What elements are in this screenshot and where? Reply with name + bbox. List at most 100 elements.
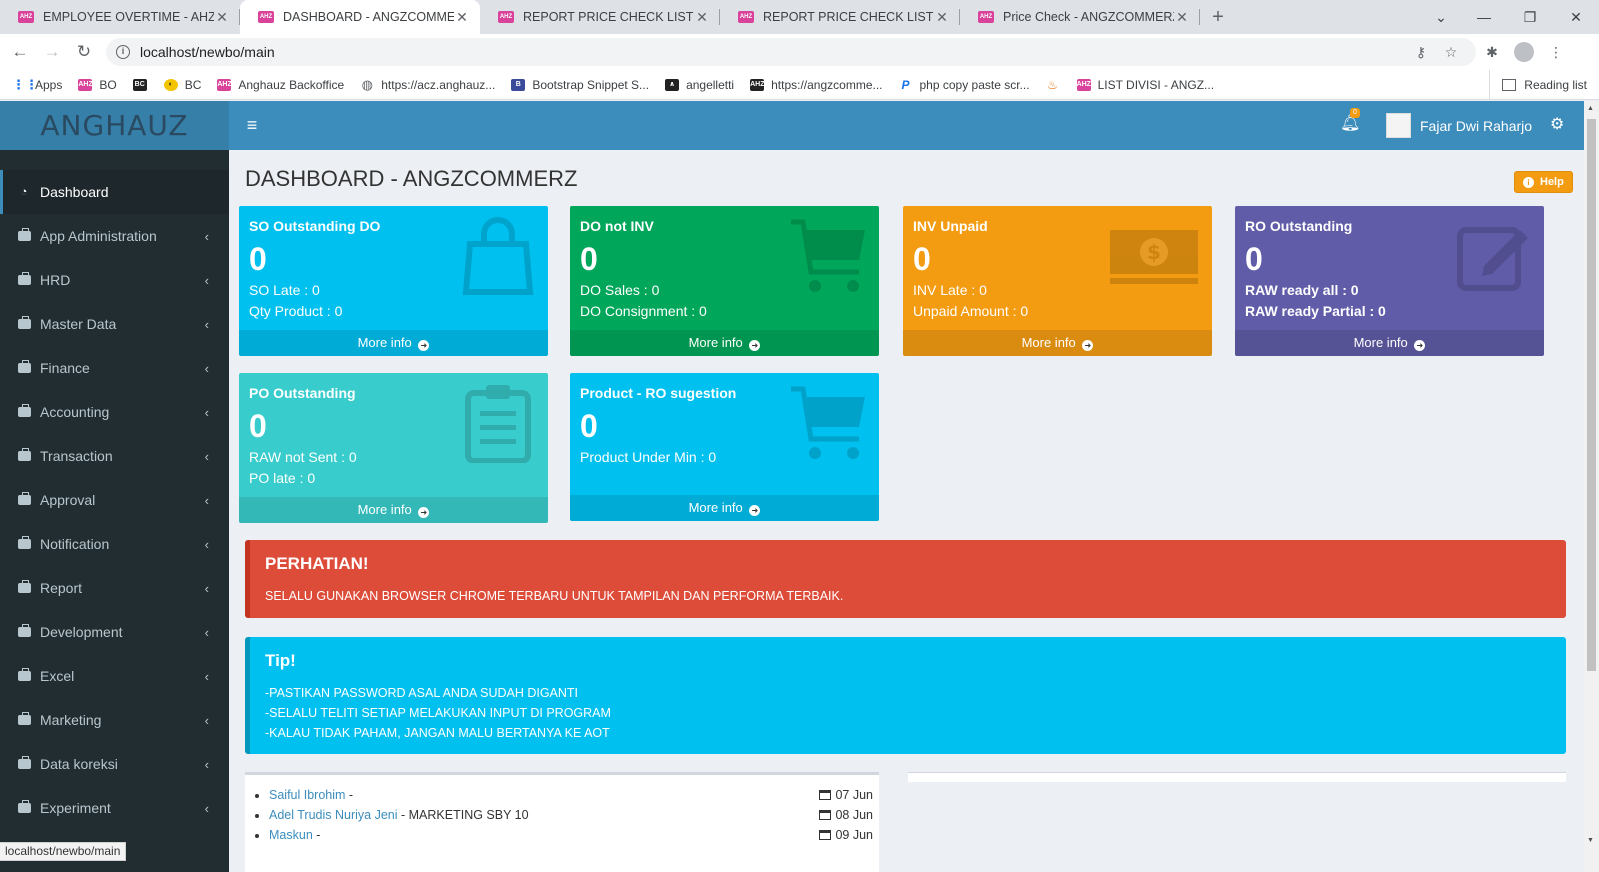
tab-title: EMPLOYEE OVERTIME - AHZ BO xyxy=(43,10,214,24)
bookmark-star-icon[interactable]: ☆ xyxy=(1436,44,1466,61)
employee-link[interactable]: Adel Trudis Nuriya Jeni xyxy=(269,808,398,822)
more-info-link[interactable]: More info ➜ xyxy=(570,330,879,356)
close-window-icon[interactable]: ✕ xyxy=(1553,9,1599,26)
forward-icon[interactable]: → xyxy=(36,42,68,62)
briefcase-icon xyxy=(17,756,31,769)
list-item: Adel Trudis Nuriya Jeni - MARKETING SBY … xyxy=(269,805,873,825)
bookmark-anghauz-backoffice[interactable]: AHZ Anghauz Backoffice xyxy=(217,78,344,92)
small-box-po-outstanding: PO Outstanding 0 RAW not Sent : 0 PO lat… xyxy=(239,373,548,523)
box-value: 0 xyxy=(580,408,598,444)
scroll-down-icon[interactable]: ▼ xyxy=(1587,837,1594,844)
scrollbar-thumb[interactable] xyxy=(1587,119,1596,671)
bookmark-angelletti[interactable]: ∧ angelletti xyxy=(665,78,734,92)
browser-tab-active[interactable]: AHZ DASHBOARD - ANGZCOMMERZ ✕ xyxy=(240,0,480,34)
briefcase-icon xyxy=(17,228,31,241)
key-icon[interactable]: ⚷ xyxy=(1406,44,1436,61)
bc-yellow-icon: ◐ xyxy=(163,78,178,91)
employee-link[interactable]: Maskun xyxy=(269,828,313,842)
clipboard-icon xyxy=(465,385,531,463)
box-title: PO Outstanding xyxy=(249,385,356,401)
reading-list-button[interactable]: Reading list xyxy=(1489,70,1587,100)
logo[interactable]: ANGHAUZ xyxy=(0,101,229,150)
back-icon[interactable]: ← xyxy=(4,42,36,62)
bookmark-bootstrap[interactable]: B Bootstrap Snippet S... xyxy=(511,78,649,92)
browser-tab[interactable]: AHZ REPORT PRICE CHECK LIST - ANG ✕ xyxy=(480,0,720,34)
briefcase-icon xyxy=(17,448,31,461)
sidebar-item-data-koreksi[interactable]: Data koreksi ‹ xyxy=(0,742,229,786)
scroll-up-icon[interactable]: ▲ xyxy=(1587,105,1594,112)
arrow-circle-right-icon: ➜ xyxy=(749,505,761,516)
extensions-icon[interactable]: ✱ xyxy=(1476,44,1508,61)
settings-cogs-icon[interactable]: ⚙ xyxy=(1550,114,1564,134)
bookmark-bc[interactable]: ◐ BC xyxy=(163,78,201,92)
bookmark-bc-dark[interactable]: BC xyxy=(132,78,154,91)
sidebar-item-marketing[interactable]: Marketing ‹ xyxy=(0,698,229,742)
bookmark-php[interactable]: Pphp copy paste scr... xyxy=(899,78,1029,92)
bookmark-bo[interactable]: AHZ BO xyxy=(78,78,117,92)
app: ANGHAUZ ≡ 🔔︎ 0 Fajar Dwi Raharjo ⚙ ◔ Dashb… xyxy=(0,101,1584,872)
sidebar-toggle-icon[interactable]: ≡ xyxy=(240,114,264,136)
tab-title: REPORT PRICE CHECK LIST - ANG xyxy=(523,10,694,24)
site-info-icon[interactable]: i xyxy=(116,45,130,59)
restore-icon[interactable]: ❐ xyxy=(1507,9,1553,26)
browser-tab-bar: AHZ EMPLOYEE OVERTIME - AHZ BO ✕ AHZ DAS… xyxy=(0,0,1599,34)
more-info-link[interactable]: More info ➜ xyxy=(570,495,879,521)
tab-search-icon[interactable]: ⌄ xyxy=(1421,9,1461,26)
sidebar-item-accounting[interactable]: Accounting ‹ xyxy=(0,390,229,434)
omnibox[interactable]: i localhost/newbo/main ⚷ ☆ xyxy=(106,38,1476,66)
briefcase-icon xyxy=(17,624,31,637)
browser-menu-icon[interactable]: ⋮ xyxy=(1540,44,1572,61)
notification-bell-icon[interactable]: 🔔︎ 0 xyxy=(1340,108,1360,133)
bookmark-fire[interactable]: ♨ xyxy=(1046,79,1067,91)
profile-avatar-icon[interactable] xyxy=(1514,42,1534,62)
sidebar-item-transaction[interactable]: Transaction ‹ xyxy=(0,434,229,478)
list-item: Saiful Ibrohim -07 Jun xyxy=(269,785,873,805)
employee-link[interactable]: Saiful Ibrohim xyxy=(269,788,345,802)
close-tab-icon[interactable]: ✕ xyxy=(934,9,950,26)
close-tab-icon[interactable]: ✕ xyxy=(454,9,470,26)
close-tab-icon[interactable]: ✕ xyxy=(694,9,710,26)
bookmark-acz[interactable]: ◍ https://acz.anghauz... xyxy=(360,78,496,92)
reload-icon[interactable]: ↻ xyxy=(68,42,100,62)
url-text[interactable]: localhost/newbo/main xyxy=(140,44,1406,60)
briefcase-icon xyxy=(17,404,31,417)
more-info-link[interactable]: More info ➜ xyxy=(239,497,548,523)
sidebar-item-report[interactable]: Report ‹ xyxy=(0,566,229,610)
bookmark-list-divisi[interactable]: AHZ LIST DIVISI - ANGZ... xyxy=(1076,78,1214,92)
sidebar-item-development[interactable]: Development ‹ xyxy=(0,610,229,654)
sidebar-item-notification[interactable]: Notification ‹ xyxy=(0,522,229,566)
box-title: INV Unpaid xyxy=(913,218,988,234)
briefcase-icon xyxy=(17,800,31,813)
more-info-link[interactable]: More info ➜ xyxy=(239,330,548,356)
browser-tab[interactable]: AHZ Price Check - ANGZCOMMERZ ✕ xyxy=(960,0,1200,34)
new-tab-button[interactable]: + xyxy=(1200,0,1236,34)
user-menu[interactable]: Fajar Dwi Raharjo xyxy=(1386,113,1532,138)
close-tab-icon[interactable]: ✕ xyxy=(1174,9,1190,26)
small-box-product-ro-sugestion: Product - RO sugestion 0 Product Under M… xyxy=(570,373,879,521)
chevron-left-icon: ‹ xyxy=(204,580,209,596)
bookmark-apps[interactable]: ⋮⋮ Apps xyxy=(12,78,62,92)
bc-icon: BC xyxy=(132,78,147,91)
close-tab-icon[interactable]: ✕ xyxy=(214,9,230,26)
sidebar-item-master-data[interactable]: Master Data ‹ xyxy=(0,302,229,346)
sidebar-item-experiment[interactable]: Experiment ‹ xyxy=(0,786,229,830)
sidebar-item-app-administration[interactable]: App Administration ‹ xyxy=(0,214,229,258)
help-button[interactable]: i Help xyxy=(1514,171,1573,193)
reading-list-icon xyxy=(1502,79,1517,91)
minimize-icon[interactable]: — xyxy=(1461,9,1507,25)
page-scrollbar[interactable]: ▲ ▼ xyxy=(1584,101,1599,872)
status-url-bubble: localhost/newbo/main xyxy=(0,842,127,861)
sidebar-item-hrd[interactable]: HRD ‹ xyxy=(0,258,229,302)
browser-tab[interactable]: AHZ EMPLOYEE OVERTIME - AHZ BO ✕ xyxy=(0,0,240,34)
more-info-link[interactable]: More info ➜ xyxy=(1235,330,1544,356)
briefcase-icon xyxy=(17,712,31,725)
sidebar-item-dashboard[interactable]: ◔ Dashboard xyxy=(0,170,229,214)
sidebar-item-finance[interactable]: Finance ‹ xyxy=(0,346,229,390)
sidebar-item-approval[interactable]: Approval ‹ xyxy=(0,478,229,522)
user-avatar xyxy=(1386,113,1411,138)
right-panel xyxy=(908,772,1566,782)
more-info-link[interactable]: More info ➜ xyxy=(903,330,1212,356)
browser-tab[interactable]: AHZ REPORT PRICE CHECK LIST - ANG ✕ xyxy=(720,0,960,34)
sidebar-item-excel[interactable]: Excel ‹ xyxy=(0,654,229,698)
bookmark-angzcommerz[interactable]: AHZ https://angzcomme... xyxy=(750,78,883,92)
